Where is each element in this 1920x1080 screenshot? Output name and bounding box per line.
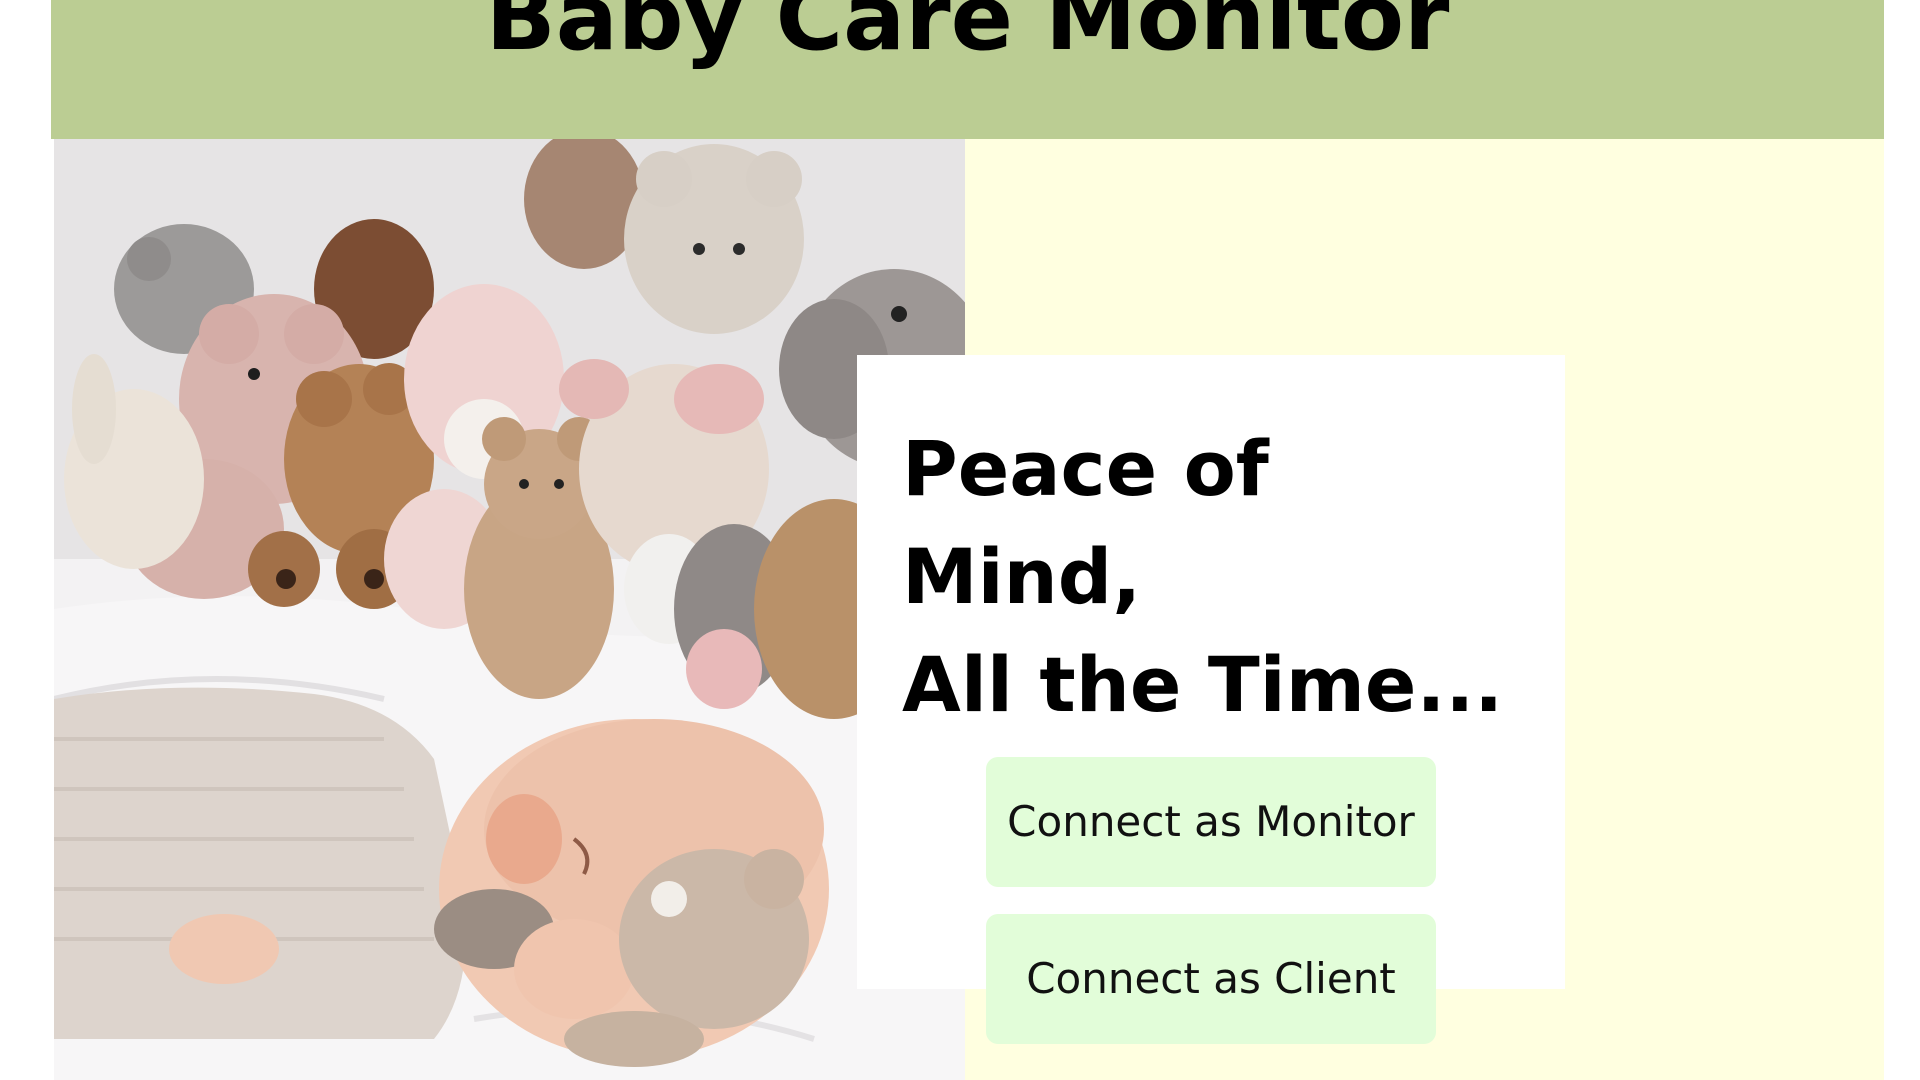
baby-sleeping-with-plush-toys-image <box>54 139 965 1080</box>
app-header: Baby Care Monitor <box>51 0 1884 139</box>
connect-as-client-button[interactable]: Connect as Client <box>986 914 1436 1044</box>
connect-as-monitor-button[interactable]: Connect as Monitor <box>986 757 1436 887</box>
hero-heading-line-2: Mind, <box>902 532 1142 621</box>
hero-card: Peace of Mind, All the Time... <box>857 355 1565 989</box>
hero-heading-line-1: Peace of <box>902 424 1269 513</box>
hero-heading-line-3: All the Time... <box>902 640 1504 729</box>
app-title: Baby Care Monitor <box>485 0 1450 71</box>
hero-photo <box>54 139 965 1080</box>
hero-heading: Peace of Mind, All the Time... <box>902 415 1503 739</box>
